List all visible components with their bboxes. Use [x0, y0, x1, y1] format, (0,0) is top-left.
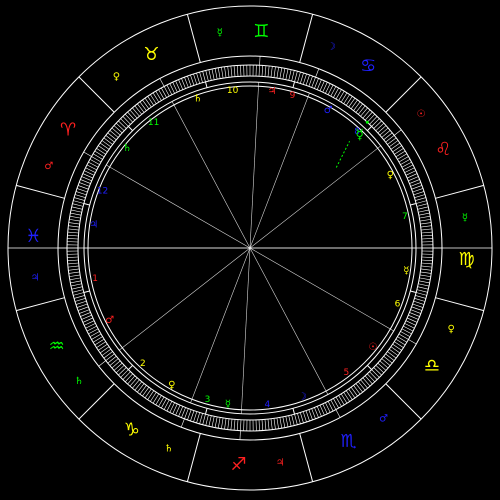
house-number-3: 3	[205, 395, 211, 405]
leo-sign-icon: ♌	[435, 139, 451, 160]
house-4-ruler-icon: ☽	[298, 392, 307, 403]
house-12-ruler-icon: ♃	[89, 219, 98, 230]
house-7-ruler-icon: ♀	[387, 170, 394, 181]
chart-svg: ♈♂♉♀♊☿♋☽♌☉♍☿♎♀♏♂♐ ♃♑♄♒♄♓♃ 1♂2♀3 ☿ 4☽5☉6☿7♀8♂…	[0, 0, 500, 500]
mercury-planet-icon: ☿	[355, 127, 364, 143]
house-number-1: 1	[92, 274, 98, 284]
aquarius-ruler-icon: ♄	[75, 376, 84, 387]
house-number-5: 5	[344, 368, 350, 378]
virgo-sign-icon: ♍	[459, 249, 475, 270]
scorpio-ruler-icon: ♂	[379, 413, 388, 424]
aquarius-sign-icon: ♒	[49, 336, 65, 357]
house-number-10: 10	[227, 86, 239, 96]
gemini-ruler-icon: ☿	[217, 28, 223, 39]
house-10-ruler-icon: ♄	[193, 93, 202, 104]
house-number-7: 7	[402, 212, 408, 222]
aries-sign-icon: ♈	[60, 119, 76, 140]
house-2-ruler-icon: ♀	[168, 380, 175, 391]
house-3-ruler-icon: ☿	[225, 399, 231, 410]
pisces-sign-icon: ♓	[25, 226, 41, 247]
sagittarius-ruler-icon: ♃	[276, 457, 285, 468]
house-11-ruler-icon: ♄	[123, 143, 132, 154]
capricorn-ruler-icon: ♄	[164, 444, 173, 455]
libra-sign-icon: ♎	[424, 356, 440, 377]
house-6-ruler-icon: ☿	[403, 266, 409, 277]
house-number-11: 11	[148, 118, 159, 128]
taurus-sign-icon: ♉	[143, 44, 159, 65]
aries-ruler-icon: ♂	[44, 161, 53, 172]
cancer-sign-icon: ♋	[360, 56, 376, 77]
gemini-sign-icon: ♊	[253, 21, 269, 42]
virgo-ruler-icon: ☿	[462, 212, 468, 223]
leo-ruler-icon: ☉	[417, 109, 426, 120]
house-5-ruler-icon: ☉	[368, 342, 377, 353]
sagittarius-sign-icon: ♐	[231, 454, 247, 475]
scorpio-sign-icon: ♏	[340, 431, 356, 452]
house-number-12: 12	[97, 186, 108, 196]
house-number-2: 2	[140, 359, 146, 369]
taurus-ruler-icon: ♀	[113, 72, 120, 83]
house-9-ruler-icon: ♃	[268, 86, 277, 97]
mercury-position-dot	[365, 120, 369, 124]
cancer-ruler-icon: ☽	[327, 41, 336, 52]
capricorn-sign-icon: ♑	[124, 419, 140, 440]
libra-ruler-icon: ♀	[448, 324, 455, 335]
house-1-ruler-icon: ♂	[105, 315, 114, 326]
house-number-4: 4	[264, 400, 270, 410]
house-number-6: 6	[395, 300, 401, 310]
natal-chart-wheel: ♈ ♂ ♉ ♀ ♊ ☿ ♋ ☽ ♌ ☉ ♍ ☿ ♎ ♀ ♏ ♂ ♐ ♃ ♑ ♄ ♒ ♄ ♓ ♃ 1 ♂ 2 ♀ 3 ☿ 4 ☽ 5 ☉ 6 ☿ 7 ♀ 8 ♂…	[0, 0, 500, 500]
pisces-ruler-icon: ♃	[31, 273, 40, 284]
house-8-ruler-icon: ♂	[324, 105, 333, 116]
house-number-9: 9	[290, 91, 296, 101]
